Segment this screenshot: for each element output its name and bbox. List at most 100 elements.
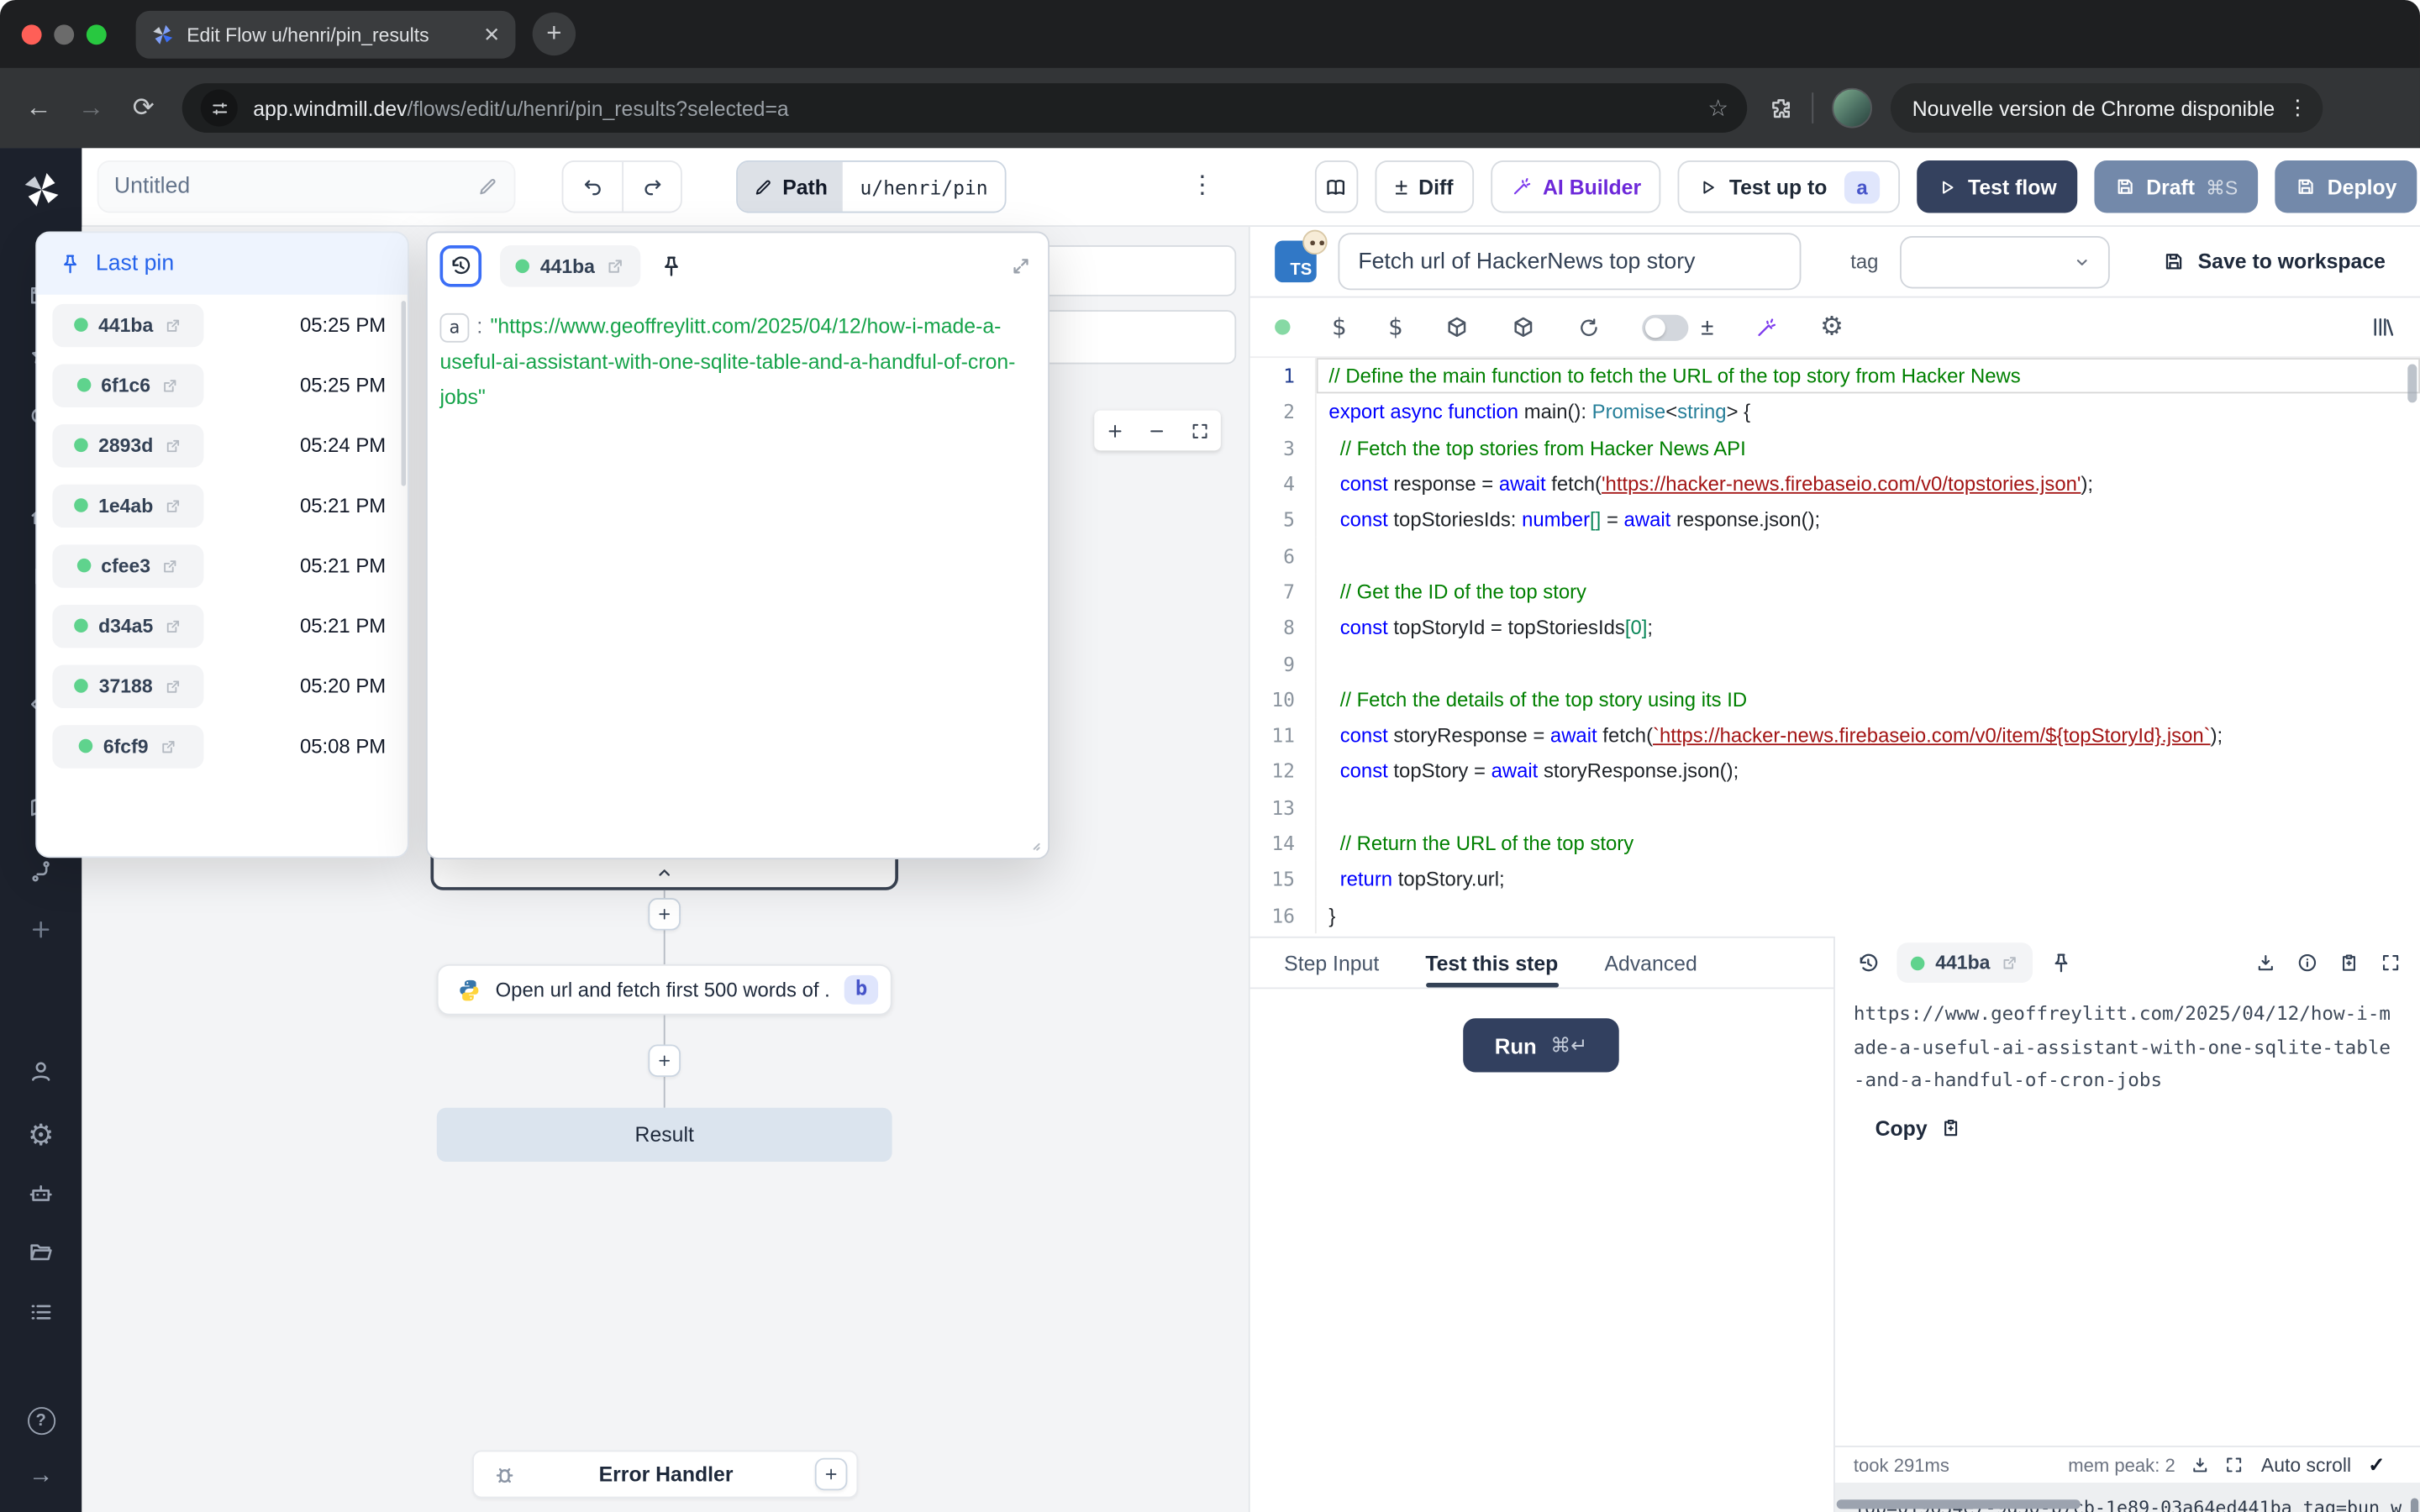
- pin-list-item[interactable]: 2893d05:24 PM: [37, 415, 408, 475]
- deploy-button[interactable]: Deploy: [2275, 160, 2417, 213]
- save-to-workspace-button[interactable]: Save to workspace: [2162, 250, 2386, 274]
- collapse-node-icon[interactable]: [653, 861, 676, 885]
- external-link-icon[interactable]: [163, 676, 182, 695]
- code-line[interactable]: 2export async function main(): Promise<s…: [1250, 394, 2420, 430]
- download-icon[interactable]: [2254, 952, 2276, 974]
- external-link-icon[interactable]: [164, 316, 182, 334]
- external-link-icon[interactable]: [159, 737, 177, 755]
- resize-handle[interactable]: [1023, 833, 1044, 853]
- code-line[interactable]: 14 // Return the URL of the top story: [1250, 825, 2420, 861]
- diff-mode-icon[interactable]: ±: [1701, 314, 1713, 340]
- external-link-icon[interactable]: [161, 556, 180, 575]
- package-icon[interactable]: [1511, 315, 1535, 339]
- code-line[interactable]: 11 const storyResponse = await fetch(`ht…: [1250, 717, 2420, 753]
- dependencies-icon[interactable]: [1444, 315, 1469, 339]
- path-button[interactable]: Path: [738, 162, 843, 212]
- log-vscrollbar[interactable]: [2411, 1498, 2418, 1512]
- history-icon[interactable]: [1857, 951, 1881, 974]
- browser-menu-icon[interactable]: ⋮: [2287, 96, 2308, 120]
- sidebar-expand-icon[interactable]: →: [0, 1462, 82, 1490]
- job-id-chip[interactable]: 37188: [52, 664, 203, 707]
- test-up-to-button[interactable]: Test up toa: [1678, 160, 1900, 213]
- code-line[interactable]: 13: [1250, 790, 2420, 826]
- code-editor[interactable]: 1// Define the main function to fetch th…: [1250, 358, 2420, 937]
- pin-result-icon[interactable]: [2050, 951, 2074, 974]
- job-id-chip[interactable]: 441ba: [52, 303, 203, 346]
- autoscroll-check-icon[interactable]: ✓: [2368, 1452, 2385, 1477]
- pin-list-item[interactable]: 3718805:20 PM: [37, 656, 408, 717]
- clipboard-icon[interactable]: [2338, 952, 2360, 974]
- profile-avatar[interactable]: [1832, 88, 1872, 129]
- sidebar-item-help[interactable]: ?: [0, 1407, 82, 1435]
- minimize-window-button[interactable]: [54, 24, 74, 45]
- draft-button[interactable]: Draft⌘S: [2094, 160, 2258, 213]
- add-step-button[interactable]: [648, 1044, 681, 1077]
- sidebar-item-robot[interactable]: [0, 1180, 82, 1206]
- sidebar-item-settings-gear[interactable]: ⚙: [0, 1119, 82, 1154]
- code-line[interactable]: 1// Define the main function to fetch th…: [1250, 358, 2420, 394]
- run-button[interactable]: Run⌘↵: [1463, 1018, 1619, 1072]
- reload-icon[interactable]: [1577, 316, 1601, 339]
- ai-assist-icon[interactable]: [1755, 316, 1779, 339]
- pin-list-item[interactable]: d34a505:21 PM: [37, 596, 408, 656]
- resources-icon[interactable]: $: [1388, 313, 1403, 341]
- reload-button[interactable]: ⟳: [118, 92, 170, 123]
- fit-view-icon[interactable]: [1190, 421, 1210, 441]
- error-handler-node[interactable]: Error Handler: [472, 1451, 858, 1499]
- window-controls[interactable]: [22, 24, 107, 45]
- sidebar-item-user[interactable]: [0, 1058, 82, 1084]
- back-button[interactable]: ←: [13, 92, 65, 123]
- diff-button[interactable]: ±Diff: [1375, 160, 1473, 213]
- job-id-chip[interactable]: cfee3: [52, 543, 203, 586]
- flow-name-input[interactable]: Untitled: [97, 160, 516, 213]
- external-link-icon[interactable]: [164, 436, 182, 454]
- result-key-chip[interactable]: a: [439, 313, 469, 343]
- result-node[interactable]: Result: [437, 1108, 892, 1162]
- copy-button[interactable]: Copy: [1835, 1098, 2420, 1140]
- pin-list-item[interactable]: 1e4ab05:21 PM: [37, 475, 408, 536]
- site-settings-icon[interactable]: [201, 90, 238, 127]
- pin-list-item[interactable]: 6fcf905:08 PM: [37, 716, 408, 776]
- test-flow-button[interactable]: Test flow: [1917, 160, 2076, 213]
- external-link-icon[interactable]: [161, 375, 180, 394]
- zoom-window-button[interactable]: [87, 24, 107, 45]
- add-step-button[interactable]: [648, 898, 681, 931]
- diff-toggle[interactable]: [1642, 314, 1688, 340]
- tab-close-icon[interactable]: ✕: [483, 23, 500, 47]
- code-line[interactable]: 16}: [1250, 897, 2420, 933]
- info-icon[interactable]: [2296, 952, 2318, 974]
- code-line[interactable]: 3 // Fetch the top stories from Hacker N…: [1250, 430, 2420, 466]
- zoom-out-icon[interactable]: [1148, 421, 1168, 441]
- job-id-chip[interactable]: 6fcf9: [52, 724, 203, 767]
- download-logs-icon[interactable]: [2190, 1455, 2210, 1475]
- zoom-in-icon[interactable]: [1105, 421, 1125, 441]
- forward-button[interactable]: →: [65, 92, 117, 123]
- browser-tab[interactable]: Edit Flow u/henri/pin_results ✕: [136, 11, 516, 59]
- code-line[interactable]: 8 const topStoryId = topStoriesIds[0];: [1250, 610, 2420, 646]
- tab-step-input[interactable]: Step Input: [1284, 952, 1379, 987]
- url-bar[interactable]: app.windmill.dev/flows/edit/u/henri/pin_…: [182, 83, 1747, 133]
- code-line[interactable]: 7 // Get the ID of the top story: [1250, 574, 2420, 610]
- code-line[interactable]: 5 const topStoriesIds: number[] = await …: [1250, 501, 2420, 538]
- extensions-icon[interactable]: [1769, 96, 1793, 120]
- expand-popup-icon[interactable]: [1009, 255, 1033, 278]
- add-error-handler-button[interactable]: [815, 1458, 848, 1491]
- unpin-icon[interactable]: [660, 254, 684, 278]
- sidebar-item-folder[interactable]: [0, 1239, 82, 1265]
- url-text[interactable]: app.windmill.dev/flows/edit/u/henri/pin_…: [253, 97, 1692, 120]
- editor-settings-icon[interactable]: ⚙: [1820, 312, 1844, 343]
- bookmark-star-icon[interactable]: ☆: [1707, 94, 1728, 122]
- job-id-chip[interactable]: d34a5: [52, 604, 203, 647]
- external-link-icon[interactable]: [2001, 953, 2019, 972]
- undo-button[interactable]: [563, 162, 622, 212]
- sidebar-item-plus[interactable]: [0, 916, 82, 942]
- job-id-chip[interactable]: 6f1c6: [52, 364, 203, 407]
- expand-logs-icon[interactable]: [2224, 1455, 2244, 1475]
- variables-icon[interactable]: $: [1332, 313, 1347, 341]
- code-line[interactable]: 15 return topStory.url;: [1250, 861, 2420, 897]
- log-hscrollbar[interactable]: [1837, 1499, 2081, 1509]
- pin-list-scrollbar[interactable]: [402, 301, 407, 486]
- job-id-chip[interactable]: 441ba: [1897, 942, 2033, 983]
- editor-scrollbar[interactable]: [2407, 364, 2417, 402]
- external-link-icon[interactable]: [606, 256, 626, 276]
